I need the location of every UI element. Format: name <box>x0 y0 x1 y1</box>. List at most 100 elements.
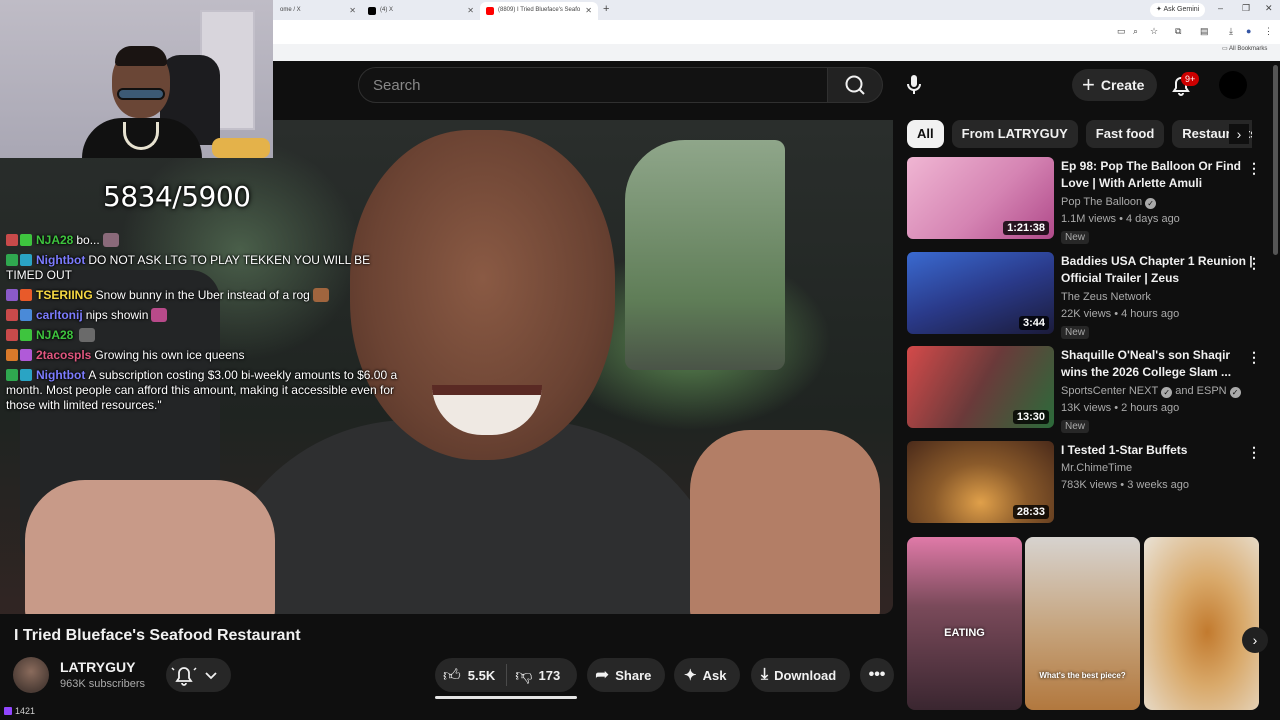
recommendation-item[interactable]: 1:21:38 Ep 98: Pop The Balloon Or Find L… <box>907 157 1272 244</box>
ask-button[interactable]: ✦ Ask <box>674 658 741 692</box>
share-label: Share <box>615 667 652 683</box>
sidebar-scrollbar[interactable] <box>1273 65 1278 255</box>
restore-icon[interactable]: ❐ <box>1242 3 1250 14</box>
subscriber-count: 963K subscribers <box>60 678 145 690</box>
channel-avatar[interactable] <box>13 657 49 693</box>
ask-gemini-label: Ask Gemini <box>1163 6 1200 13</box>
dislike-button[interactable]: 👎︎ 173 <box>507 665 560 686</box>
chat-username: NJA28 <box>36 233 74 247</box>
chip-from-channel[interactable]: From LATRYGUY <box>951 120 1078 148</box>
share-button[interactable]: ➦ Share <box>587 658 666 692</box>
chat-message: TSERIING Snow bunny in the Uber instead o… <box>6 288 406 303</box>
download-icon[interactable]: ⤓ <box>1229 26 1233 37</box>
create-button[interactable]: + Create <box>1072 69 1158 101</box>
chat-text: Growing his own ice queens <box>94 348 245 362</box>
recommendation-title[interactable]: Shaquille O'Neal's son Shaqir wins the 2… <box>1061 347 1254 381</box>
sidepanel-icon[interactable]: ▤ <box>1200 26 1209 37</box>
cast-icon[interactable]: ▭ <box>1117 26 1126 37</box>
new-tab-icon[interactable]: + <box>603 3 609 15</box>
more-vert-icon[interactable]: ⋮ <box>1247 254 1261 272</box>
emote-icon <box>102 233 119 247</box>
chat-text: nips showin <box>85 308 149 322</box>
like-button[interactable]: 👍︎ 5.5K <box>435 664 508 686</box>
video-thumbnail[interactable]: 13:30 <box>907 346 1054 428</box>
create-label: Create <box>1100 77 1145 93</box>
badge-icon <box>6 329 18 341</box>
short-item[interactable]: EATING <box>907 537 1022 710</box>
close-window-icon[interactable]: ✕ <box>1265 3 1273 14</box>
short-item[interactable] <box>1144 537 1259 710</box>
chat-message: Nightbot DO NOT ASK LTG TO PLAY TEKKEN YO… <box>6 253 406 283</box>
short-caption: EATING <box>944 627 985 639</box>
recommendation-channel[interactable]: The Zeus Network <box>1061 291 1151 303</box>
more-vert-icon[interactable]: ⋮ <box>1247 443 1261 461</box>
chat-username: TSERIING <box>36 288 93 302</box>
chat-username: NJA28 <box>36 328 74 342</box>
close-icon[interactable]: ✕ <box>349 6 356 15</box>
close-icon[interactable]: ✕ <box>585 6 592 15</box>
left-hand <box>25 480 275 614</box>
extensions-icon[interactable]: ⧉ <box>1175 26 1181 37</box>
profile-icon[interactable]: ● <box>1246 26 1251 36</box>
browser-tab-x[interactable]: (4) X ✕ <box>362 2 480 20</box>
chevron-right-icon[interactable]: › <box>1242 627 1268 653</box>
chevron-right-icon[interactable]: › <box>1229 124 1249 144</box>
tab-label: (8809) I Tried Blueface's Seafo <box>498 7 581 13</box>
chip-fast-food[interactable]: Fast food <box>1085 120 1165 148</box>
verified-bot-icon <box>6 254 18 266</box>
more-vert-icon[interactable]: ⋮ <box>1247 348 1261 366</box>
browser-tab-youtube[interactable]: (8809) I Tried Blueface's Seafo ✕ <box>480 2 598 20</box>
recommendation-title[interactable]: I Tested 1-Star Buffets <box>1061 442 1254 459</box>
recommendation-meta: 13K views • 2 hours ago <box>1061 402 1180 414</box>
streamer-glasses <box>117 88 165 100</box>
bookmark-star-icon[interactable]: ☆ <box>1150 26 1158 37</box>
recommendation-item[interactable]: 28:33 I Tested 1-Star Buffets Mr.ChimeTi… <box>907 441 1272 523</box>
chip-all[interactable]: All <box>907 120 944 148</box>
minimize-icon[interactable]: – <box>1218 3 1223 13</box>
ask-gemini-button[interactable]: ✦ Ask Gemini <box>1150 3 1206 17</box>
streamer-hair <box>115 46 167 66</box>
menu-dots-icon[interactable]: ⋮ <box>1264 26 1273 37</box>
account-avatar[interactable] <box>1219 71 1247 99</box>
recommendation-title[interactable]: Baddies USA Chapter 1 Reunion | Official… <box>1061 253 1254 287</box>
all-bookmarks[interactable]: ▭ All Bookmarks <box>1222 45 1267 52</box>
video-thumbnail[interactable]: 28:33 <box>907 441 1054 523</box>
recommendation-channel[interactable]: Mr.ChimeTime <box>1061 462 1132 474</box>
chat-username: Nightbot <box>36 253 86 267</box>
recommendation-item[interactable]: 3:44 Baddies USA Chapter 1 Reunion | Off… <box>907 252 1272 339</box>
channel-name[interactable]: LATRYGUY <box>60 659 135 675</box>
chat-message: Nightbot A subscription costing $3.00 bi-… <box>6 368 406 413</box>
duration-badge: 1:21:38 <box>1003 221 1049 235</box>
recommendation-item[interactable]: 13:30 Shaquille O'Neal's son Shaqir wins… <box>907 346 1272 433</box>
search-button[interactable] <box>827 67 883 103</box>
more-actions-button[interactable]: ••• <box>860 658 894 692</box>
notification-count-badge: 9+ <box>1181 72 1200 86</box>
more-vert-icon[interactable]: ⋮ <box>1247 159 1261 177</box>
search-box[interactable] <box>358 67 828 103</box>
like-ratio-bar <box>435 696 577 699</box>
download-label: Download <box>774 667 837 683</box>
car-window <box>625 140 785 370</box>
subscription-notification-button[interactable] <box>166 658 231 692</box>
chat-message: NJA28 bo... <box>6 233 406 248</box>
close-icon[interactable]: ✕ <box>467 6 474 15</box>
youtube-logo-icon <box>486 7 494 15</box>
download-icon: ⤓ <box>761 666 769 683</box>
video-thumbnail[interactable]: 1:21:38 <box>907 157 1054 239</box>
recommendation-title[interactable]: Ep 98: Pop The Balloon Or Find Love | Wi… <box>1061 158 1254 192</box>
stream-chat-overlay: NJA28 bo... Nightbot DO NOT ASK LTG TO PLA… <box>6 233 406 418</box>
badge-icon <box>20 349 32 361</box>
short-item[interactable]: What's the best piece? <box>1025 537 1140 710</box>
video-thumbnail[interactable]: 3:44 <box>907 252 1054 334</box>
emote-icon <box>151 308 168 322</box>
download-button[interactable]: ⤓ Download <box>751 658 851 692</box>
pillow <box>212 138 270 158</box>
voice-search-button[interactable] <box>896 67 932 103</box>
zoom-icon[interactable]: ⌕ <box>1133 26 1138 37</box>
recommendation-channel[interactable]: SportsCenter NEXT ✓ and ESPN ✓ <box>1061 385 1241 398</box>
folder-icon: ▭ <box>1222 46 1228 52</box>
chat-text: Snow bunny in the Uber instead of a rog <box>95 288 310 302</box>
recommendation-channel[interactable]: Pop The Balloon ✓ <box>1061 196 1157 209</box>
search-input[interactable] <box>359 68 827 102</box>
browser-tab-x-home[interactable]: ome / X ✕ <box>262 2 362 20</box>
